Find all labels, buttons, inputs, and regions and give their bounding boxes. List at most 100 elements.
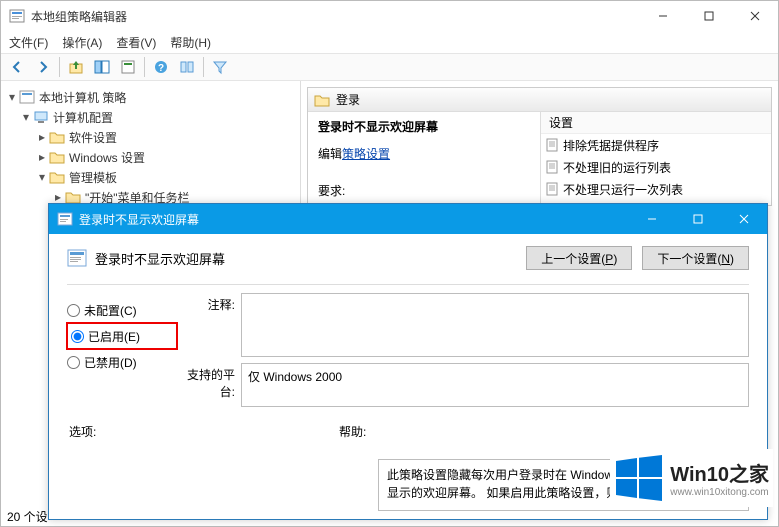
dialog-title: 登录时不显示欢迎屏幕 <box>79 211 629 228</box>
next-setting-button[interactable]: 下一个设置(N) <box>642 246 749 270</box>
menu-file[interactable]: 文件(F) <box>9 34 48 51</box>
main-titlebar: 本地组策略编辑器 <box>1 1 778 31</box>
setting-label: 排除凭据提供程序 <box>563 137 659 154</box>
menubar: 文件(F) 操作(A) 查看(V) 帮助(H) <box>1 31 778 53</box>
back-button[interactable] <box>5 55 29 79</box>
dialog-maximize-button[interactable] <box>675 204 721 234</box>
folder-icon <box>314 93 330 107</box>
platform-row: 支持的平台: 仅 Windows 2000 <box>177 363 749 407</box>
watermark-line1: Win10之家 <box>670 458 769 487</box>
section-title-row: 登录 <box>308 88 771 112</box>
edit-policy-link[interactable]: 策略设置 <box>342 147 390 161</box>
setting-item[interactable]: 不处理只运行一次列表 <box>541 178 771 200</box>
expand-icon[interactable]: ▾ <box>19 110 33 124</box>
help-button[interactable]: ? <box>149 55 173 79</box>
right-header: 登录 登录时不显示欢迎屏幕 编辑策略设置 要求: 设置 <box>307 87 772 206</box>
extended-view-button[interactable] <box>175 55 199 79</box>
tree-label: 管理模板 <box>69 169 117 186</box>
close-button[interactable] <box>732 1 778 31</box>
divider <box>67 284 749 285</box>
watermark: Win10之家 www.win10xitong.com <box>610 449 773 507</box>
expand-icon[interactable]: ▾ <box>35 170 49 184</box>
menu-view[interactable]: 查看(V) <box>116 34 156 51</box>
policy-name: 登录时不显示欢迎屏幕 <box>318 118 530 135</box>
radio-label: 未配置(C) <box>84 302 137 319</box>
edit-label: 编辑 <box>318 147 342 161</box>
maximize-button[interactable] <box>686 1 732 31</box>
radio-disabled[interactable]: 已禁用(D) <box>67 349 177 375</box>
svg-text:?: ? <box>158 63 164 74</box>
setting-label: 不处理旧的运行列表 <box>563 159 671 176</box>
radio-input[interactable] <box>67 304 80 317</box>
radio-label: 已禁用(D) <box>84 354 137 371</box>
fields-column: 注释: 支持的平台: 仅 Windows 2000 <box>177 293 749 413</box>
radio-not-configured[interactable]: 未配置(C) <box>67 297 177 323</box>
section-title: 登录 <box>336 91 360 108</box>
tree-software[interactable]: ▸ 软件设置 <box>5 127 296 147</box>
radio-input[interactable] <box>71 330 84 343</box>
tree-label: 本地计算机 策略 <box>39 89 126 106</box>
policy-summary: 登录时不显示欢迎屏幕 编辑策略设置 要求: <box>308 112 541 205</box>
radio-enabled[interactable]: 已启用(E) <box>67 323 177 349</box>
tree-admin-templates[interactable]: ▾ 管理模板 <box>5 167 296 187</box>
setting-item[interactable]: 不处理旧的运行列表 <box>541 156 771 178</box>
show-hide-tree-button[interactable] <box>90 55 114 79</box>
previous-setting-button[interactable]: 上一个设置(P) <box>526 246 632 270</box>
expand-icon[interactable]: ▾ <box>5 90 19 104</box>
tree-label: 软件设置 <box>69 129 117 146</box>
folder-icon <box>49 170 65 184</box>
expand-icon[interactable]: ▸ <box>35 130 49 144</box>
tree-label: 计算机配置 <box>53 109 113 126</box>
document-icon <box>545 160 559 174</box>
document-icon <box>545 138 559 152</box>
watermark-line2: www.win10xitong.com <box>670 487 769 498</box>
policy-icon <box>19 90 35 104</box>
menu-help[interactable]: 帮助(H) <box>170 34 211 51</box>
forward-button[interactable] <box>31 55 55 79</box>
settings-list: 设置 排除凭据提供程序 不处理旧的运行列表 不处理只运行一次列表 <box>541 112 771 205</box>
tree-label: Windows 设置 <box>69 149 145 166</box>
folder-icon <box>49 150 65 164</box>
radio-input[interactable] <box>67 356 80 369</box>
policy-title: 登录时不显示欢迎屏幕 <box>95 249 526 268</box>
filter-button[interactable] <box>208 55 232 79</box>
help-label: 帮助: <box>339 423 366 440</box>
properties-button[interactable] <box>116 55 140 79</box>
dialog-form: 未配置(C) 已启用(E) 已禁用(D) 注释: 支持的平台: <box>67 293 749 413</box>
radio-group: 未配置(C) 已启用(E) 已禁用(D) <box>67 293 177 413</box>
nav-buttons: 上一个设置(P) 下一个设置(N) <box>526 246 749 270</box>
up-button[interactable] <box>64 55 88 79</box>
window-controls <box>640 1 778 31</box>
minimize-button[interactable] <box>640 1 686 31</box>
tree-windows-settings[interactable]: ▸ Windows 设置 <box>5 147 296 167</box>
dialog-close-button[interactable] <box>721 204 767 234</box>
tree-computer-config[interactable]: ▾ 计算机配置 <box>5 107 296 127</box>
menu-action[interactable]: 操作(A) <box>62 34 102 51</box>
expand-icon[interactable]: ▸ <box>51 190 65 204</box>
platform-label: 支持的平台: <box>177 363 241 407</box>
lower-labels: 选项: 帮助: <box>67 423 749 440</box>
toolbar: ? <box>1 53 778 81</box>
expand-icon[interactable]: ▸ <box>35 150 49 164</box>
dialog-header-row: 登录时不显示欢迎屏幕 上一个设置(P) 下一个设置(N) <box>67 246 749 270</box>
options-label: 选项: <box>67 423 339 440</box>
setting-item[interactable]: 排除凭据提供程序 <box>541 134 771 156</box>
policy-icon <box>57 211 73 227</box>
computer-icon <box>33 110 49 124</box>
dialog-minimize-button[interactable] <box>629 204 675 234</box>
windows-logo-icon <box>614 453 664 503</box>
setting-label: 不处理只运行一次列表 <box>563 181 683 198</box>
app-icon <box>9 8 25 24</box>
watermark-text: Win10之家 www.win10xitong.com <box>670 458 769 498</box>
dialog-titlebar[interactable]: 登录时不显示欢迎屏幕 <box>49 204 767 234</box>
main-title: 本地组策略编辑器 <box>31 8 640 25</box>
settings-column-header[interactable]: 设置 <box>541 112 771 134</box>
comment-input[interactable] <box>241 293 749 357</box>
dialog-body: 登录时不显示欢迎屏幕 上一个设置(P) 下一个设置(N) 未配置(C) 已启用(… <box>49 234 767 452</box>
requirements-label: 要求: <box>318 182 530 199</box>
statusbar: 20 个设 <box>1 506 48 526</box>
dialog-window-controls <box>629 204 767 234</box>
tree-root[interactable]: ▾ 本地计算机 策略 <box>5 87 296 107</box>
folder-icon <box>49 130 65 144</box>
status-text: 20 个设 <box>7 508 48 525</box>
